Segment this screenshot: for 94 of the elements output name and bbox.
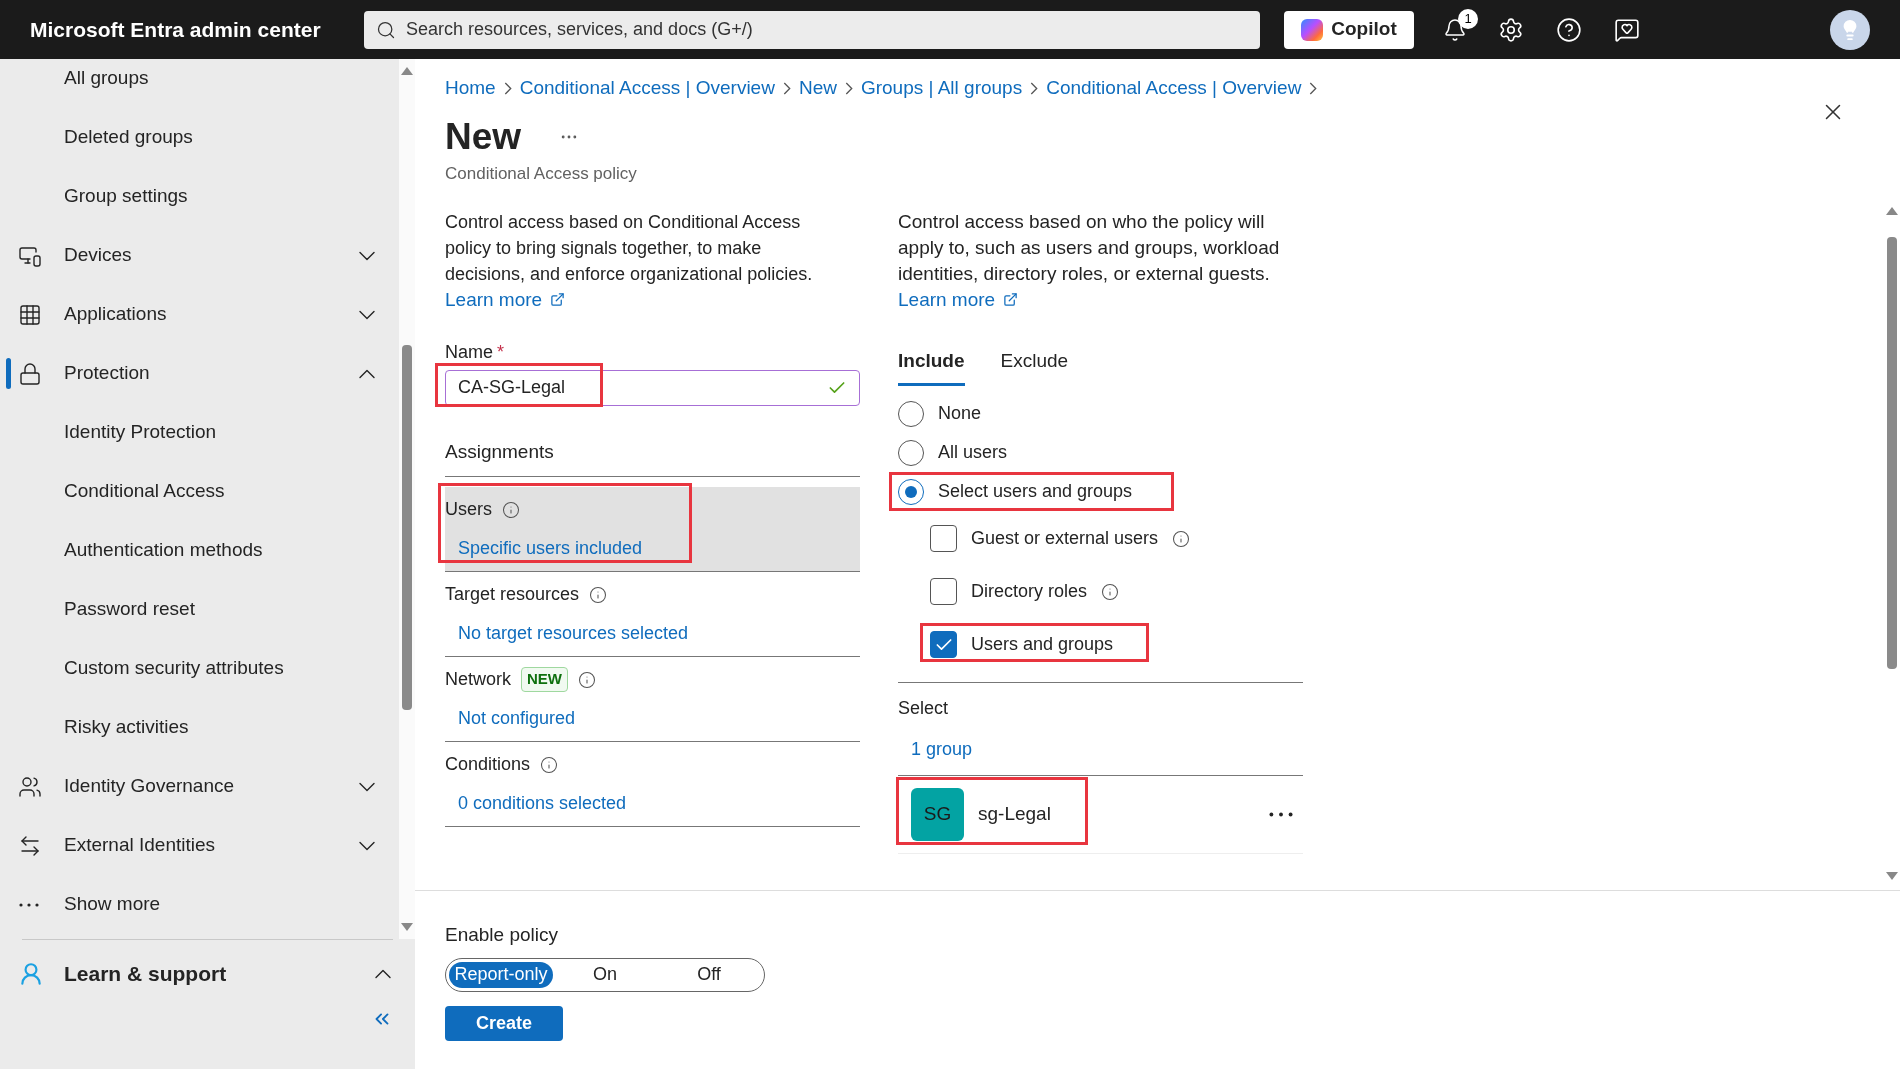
page-title: New bbox=[445, 115, 522, 159]
learn-more-link[interactable]: Learn more bbox=[445, 286, 543, 313]
person-icon bbox=[18, 961, 44, 987]
group-avatar: SG bbox=[911, 788, 964, 841]
tab[interactable]: Include bbox=[898, 346, 965, 386]
assignment-label: Users bbox=[445, 498, 492, 521]
group-name: sg-Legal bbox=[978, 802, 1052, 827]
nav-icon bbox=[18, 774, 42, 799]
nav-icon bbox=[18, 302, 42, 327]
radio-label: All users bbox=[938, 441, 1008, 464]
checkbox[interactable] bbox=[930, 525, 957, 552]
new-badge: NEW bbox=[521, 667, 568, 692]
account-avatar[interactable] bbox=[1830, 9, 1870, 50]
selected-group-item[interactable]: SG sg-Legal bbox=[898, 776, 1303, 854]
chevron-right-icon bbox=[1309, 81, 1318, 95]
selected-count-link[interactable]: 1 group bbox=[898, 736, 1303, 776]
help-icon[interactable] bbox=[1556, 16, 1582, 43]
sidebar-item[interactable]: Custom security attributes bbox=[0, 639, 399, 698]
sidebar-item[interactable]: Identity Protection bbox=[0, 403, 399, 462]
chevron-right-icon bbox=[1030, 81, 1039, 95]
field-label: Enable policy bbox=[445, 923, 560, 947]
external-link-icon bbox=[1003, 292, 1019, 307]
breadcrumb-link[interactable]: Home bbox=[445, 73, 496, 103]
breadcrumb-link[interactable]: Conditional Access | Overview bbox=[1046, 73, 1302, 103]
info-icon bbox=[578, 670, 596, 689]
assignment-link[interactable]: Not configured bbox=[445, 705, 860, 732]
sidebar-item[interactable]: All groups bbox=[0, 59, 399, 108]
info-icon bbox=[502, 500, 520, 519]
sidebar-item[interactable]: Identity Governance bbox=[0, 757, 399, 816]
sidebar-item[interactable]: Show more bbox=[0, 875, 399, 934]
copilot-logo-icon bbox=[1301, 18, 1324, 41]
sidebar-item[interactable]: External Identities bbox=[0, 816, 399, 875]
more-icon[interactable] bbox=[18, 902, 40, 907]
assignment-row[interactable]: Conditions 0 conditions selected bbox=[445, 742, 860, 826]
sidebar-item[interactable]: Group settings bbox=[0, 167, 399, 226]
description: Control access based on who the policy will apply to, such as users and groups, workload identities, directory roles, or external guests. bbox=[898, 209, 1281, 286]
search-icon bbox=[376, 19, 396, 40]
search-field[interactable]: Search resources, services, and docs (G+/) bbox=[406, 16, 1248, 43]
sidebar-item[interactable]: Applications bbox=[0, 285, 399, 344]
assignment-label: Target resources bbox=[445, 583, 580, 606]
info-icon bbox=[589, 585, 608, 604]
radio-label: Select users and groups bbox=[938, 480, 1133, 503]
toggle-option[interactable]: On bbox=[553, 961, 657, 988]
info-icon bbox=[540, 755, 559, 774]
toggle-option[interactable]: Off bbox=[657, 961, 761, 988]
breadcrumb-link[interactable]: Groups | All groups bbox=[860, 73, 1023, 103]
external-link-icon bbox=[550, 292, 566, 307]
toggle-option[interactable]: Report-only bbox=[449, 961, 553, 988]
search-bar[interactable]: Search resources, services, and docs (G+/) bbox=[364, 10, 1260, 49]
assignment-link[interactable]: 0 conditions selected bbox=[445, 790, 860, 817]
chevron-right-icon bbox=[503, 81, 512, 95]
field-label: Name bbox=[445, 340, 493, 364]
section-heading: Assignments bbox=[445, 437, 860, 477]
bell-icon[interactable] bbox=[1443, 17, 1467, 42]
checkbox[interactable] bbox=[930, 631, 957, 658]
sidebar-item[interactable]: Protection bbox=[0, 344, 399, 403]
radio-label: None bbox=[938, 402, 982, 425]
sidebar-item[interactable]: Devices bbox=[0, 226, 399, 285]
breadcrumb-link[interactable]: New bbox=[798, 73, 837, 103]
tab[interactable]: Exclude bbox=[1000, 346, 1069, 386]
sidebar-item[interactable]: Deleted groups bbox=[0, 108, 399, 167]
checkbox-label: Directory roles bbox=[971, 580, 1088, 603]
assignment-label: Conditions bbox=[445, 753, 531, 776]
assignment-row[interactable]: Users Specific users included bbox=[445, 487, 860, 571]
assignment-link[interactable]: No target resources selected bbox=[445, 620, 860, 647]
assignment-link[interactable]: Specific users included bbox=[445, 535, 860, 562]
description: Control access based on Conditional Access policy to bring signals together, to make decisions, and enforce organizational policies. bbox=[445, 210, 814, 286]
create-button[interactable]: Create bbox=[445, 1005, 563, 1041]
sidebar-item[interactable]: Conditional Access bbox=[0, 462, 399, 521]
learn-more-link[interactable]: Learn more bbox=[898, 286, 996, 313]
checkbox[interactable] bbox=[930, 578, 957, 605]
copilot-button[interactable]: Copilot bbox=[1284, 10, 1414, 49]
sidebar-item[interactable]: Learn & support bbox=[0, 940, 415, 1008]
sidebar-item[interactable]: Password reset bbox=[0, 580, 399, 639]
nav-icon bbox=[18, 361, 42, 386]
page-subtitle: Conditional Access policy bbox=[445, 163, 638, 185]
settings-icon[interactable] bbox=[1498, 16, 1524, 43]
sidebar-item[interactable]: Risky activities bbox=[0, 698, 399, 757]
select-label: Select bbox=[898, 697, 950, 720]
chevron-right-icon bbox=[782, 81, 791, 95]
notification-count: 1 bbox=[1458, 8, 1478, 29]
name-field[interactable]: CA-SG-Legal bbox=[445, 369, 860, 406]
assignment-row[interactable]: Network NEW Not configured bbox=[445, 657, 860, 741]
breadcrumb-link[interactable]: Conditional Access | Overview bbox=[519, 73, 775, 103]
app-title: Microsoft Entra admin center bbox=[30, 16, 322, 43]
checkbox-label: Guest or external users bbox=[971, 527, 1159, 550]
assignment-row[interactable]: Target resources No target resources selected bbox=[445, 572, 860, 656]
checkbox-label: Users and groups bbox=[971, 633, 1114, 656]
sidebar-item[interactable]: Authentication methods bbox=[0, 521, 399, 580]
assignment-label: Network bbox=[445, 668, 511, 691]
required-mark: * bbox=[497, 340, 505, 364]
feedback-icon[interactable] bbox=[1614, 16, 1640, 43]
more-icon[interactable] bbox=[1269, 812, 1293, 817]
chevron-right-icon bbox=[844, 81, 853, 95]
